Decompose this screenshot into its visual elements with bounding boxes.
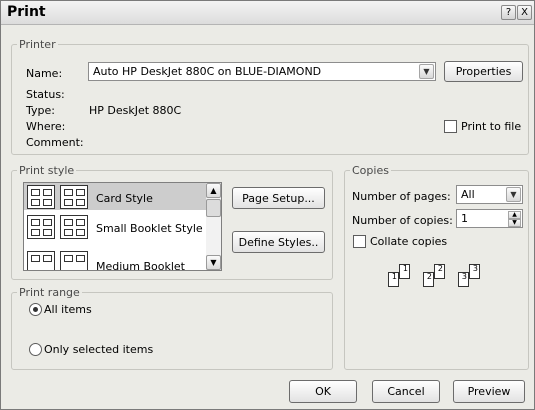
scroll-thumb[interactable] (206, 199, 221, 217)
scroll-down-icon[interactable]: ▼ (206, 255, 221, 270)
medium-booklet-thumbnail (60, 251, 88, 270)
copies-legend: Copies (350, 164, 391, 177)
collate-page-front: 3 (458, 272, 469, 287)
type-value: HP DeskJet 880C (89, 104, 182, 117)
all-items-radio[interactable] (29, 303, 42, 316)
printer-name-select[interactable]: Auto HP DeskJet 880C on BLUE-DIAMOND ▼ (88, 62, 436, 81)
only-selected-items-radio[interactable] (29, 343, 42, 356)
print-style-legend: Print style (17, 164, 77, 177)
list-item[interactable]: Medium Booklet (24, 243, 208, 271)
card-style-thumbnail (60, 185, 88, 209)
define-styles-button[interactable]: Define Styles.. (232, 231, 325, 253)
close-button[interactable]: X (517, 5, 532, 20)
list-item[interactable]: Small Booklet Style (24, 213, 208, 240)
print-dialog: Print ? X Printer Name: Auto HP DeskJet … (0, 0, 535, 410)
print-to-file-checkbox[interactable] (444, 120, 457, 133)
number-of-copies-value: 1 (461, 212, 468, 225)
type-label: Type: (26, 104, 55, 117)
collate-page-front: 1 (388, 272, 399, 287)
print-range-legend: Print range (17, 286, 82, 299)
radio-selected-dot (33, 307, 38, 312)
only-selected-items-label[interactable]: Only selected items (44, 343, 153, 356)
small-booklet-thumbnail (60, 215, 88, 239)
collate-copies-checkbox[interactable] (353, 235, 366, 248)
chevron-down-icon[interactable]: ▼ (419, 64, 434, 79)
decrement-icon[interactable]: ▼ (508, 219, 521, 227)
increment-icon[interactable]: ▲ (508, 211, 521, 219)
scroll-up-icon[interactable]: ▲ (206, 183, 221, 198)
card-style-thumbnail (27, 185, 55, 209)
number-of-copies-label: Number of copies: (352, 214, 453, 227)
preview-button[interactable]: Preview (453, 380, 525, 403)
number-of-copies-stepper[interactable]: 1 ▲ ▼ (456, 209, 523, 228)
page-setup-button[interactable]: Page Setup... (232, 187, 325, 209)
print-to-file-label[interactable]: Print to file (461, 120, 521, 133)
collate-page-front: 2 (423, 272, 434, 287)
printer-name-value: Auto HP DeskJet 880C on BLUE-DIAMOND (93, 65, 322, 78)
all-items-label[interactable]: All items (44, 303, 92, 316)
style-name: Medium Booklet (96, 260, 185, 271)
style-list-scrollbar[interactable]: ▲ ▼ (206, 183, 221, 270)
list-item[interactable]: Card Style (24, 183, 208, 210)
title-bar[interactable]: Print ? X (1, 1, 534, 25)
chevron-down-icon[interactable]: ▼ (506, 187, 521, 202)
help-button[interactable]: ? (501, 5, 516, 20)
where-label: Where: (26, 120, 66, 133)
small-booklet-thumbnail (27, 215, 55, 239)
medium-booklet-thumbnail (27, 251, 55, 270)
number-of-pages-value: All (461, 188, 475, 201)
ok-button[interactable]: OK (289, 380, 357, 403)
number-of-pages-select[interactable]: All ▼ (456, 185, 523, 204)
style-name: Card Style (96, 192, 153, 205)
print-style-list[interactable]: Card Style Small Booklet Style Medium Bo… (23, 182, 222, 271)
name-label: Name: (26, 67, 63, 80)
style-name: Small Booklet Style (96, 222, 203, 235)
collate-page-back: 3 (469, 264, 480, 279)
comment-label: Comment: (26, 136, 84, 149)
printer-legend: Printer (17, 38, 58, 51)
collate-illustration: 1 1 2 2 3 3 (388, 264, 498, 294)
properties-button[interactable]: Properties (444, 61, 523, 82)
dialog-title: Print (7, 4, 46, 20)
cancel-button[interactable]: Cancel (372, 380, 440, 403)
number-of-pages-label: Number of pages: (352, 190, 451, 203)
collate-page-back: 2 (434, 264, 445, 279)
collate-page-back: 1 (399, 264, 410, 279)
status-label: Status: (26, 88, 65, 101)
collate-copies-label[interactable]: Collate copies (370, 235, 447, 248)
